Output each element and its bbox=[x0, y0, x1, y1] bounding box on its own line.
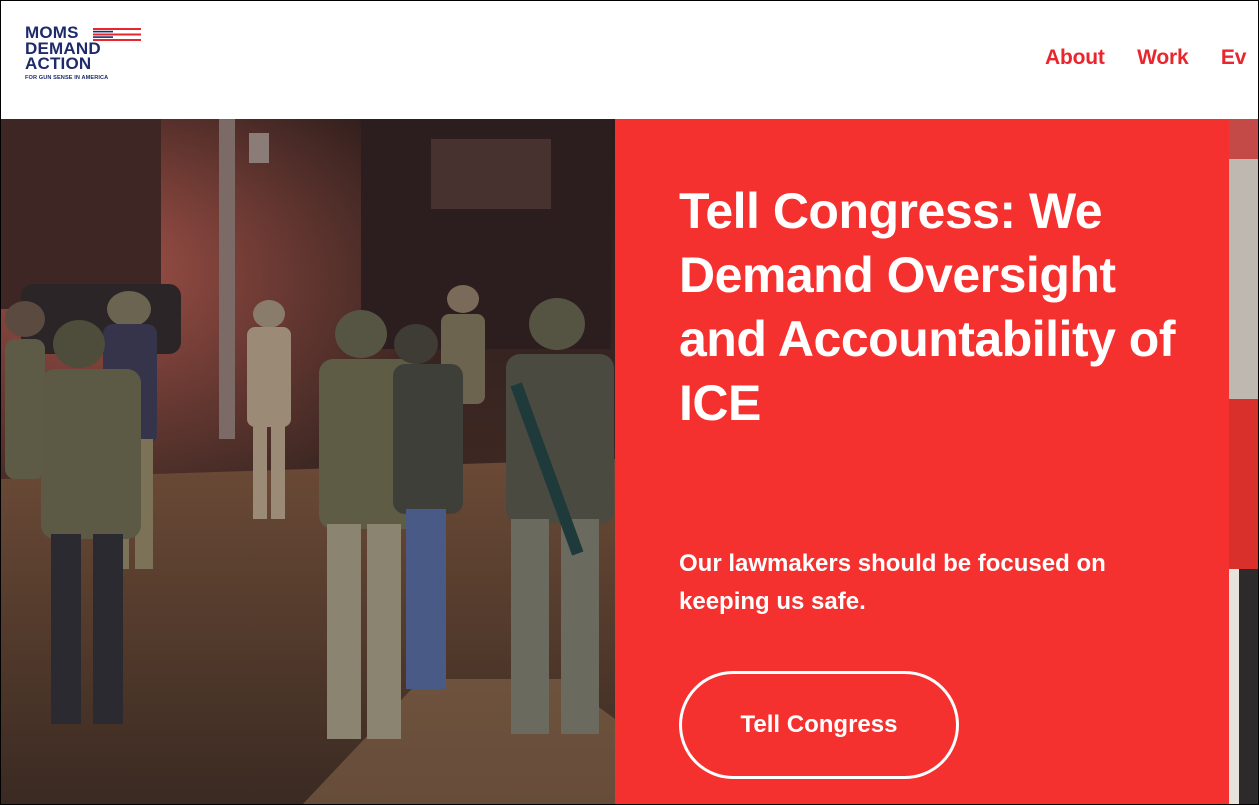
page-frame: MOMS DEMAND ACTION FOR GUN SENSE IN AMER… bbox=[0, 0, 1259, 805]
hero-photo bbox=[1, 119, 615, 804]
flag-stripes-icon bbox=[93, 28, 141, 41]
nav-item-about[interactable]: About bbox=[1045, 46, 1105, 69]
logo-tagline: FOR GUN SENSE IN AMERICA bbox=[25, 74, 109, 81]
tell-congress-button[interactable]: Tell Congress bbox=[679, 671, 959, 779]
nav-item-work[interactable]: Work bbox=[1137, 46, 1189, 69]
hero-headline: Tell Congress: We Demand Oversight and A… bbox=[679, 183, 1176, 431]
main-nav: About Work Ev bbox=[1045, 46, 1258, 70]
hero-panel: Tell Congress: We Demand Oversight and A… bbox=[615, 119, 1229, 804]
logo-line-3: ACTION bbox=[25, 54, 92, 73]
nav-item-events[interactable]: Ev bbox=[1221, 46, 1246, 69]
hero-photo-illustration bbox=[1, 119, 615, 804]
next-slide-preview[interactable] bbox=[1229, 119, 1258, 804]
site-header: MOMS DEMAND ACTION FOR GUN SENSE IN AMER… bbox=[1, 1, 1258, 119]
next-slide-image bbox=[1229, 119, 1258, 804]
hero-subtext: Our lawmakers should be focused on keepi… bbox=[679, 550, 1106, 615]
moms-demand-action-logo[interactable]: MOMS DEMAND ACTION FOR GUN SENSE IN AMER… bbox=[25, 24, 155, 100]
